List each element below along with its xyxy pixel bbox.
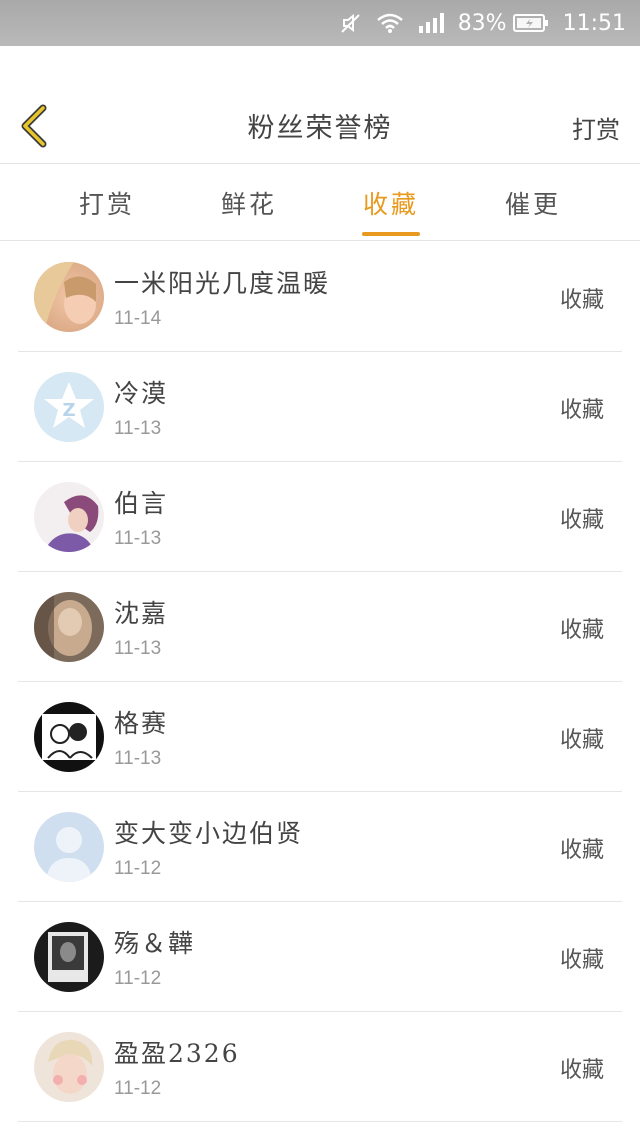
tab-favorites[interactable]: 收藏 xyxy=(320,165,462,240)
svg-text:Z: Z xyxy=(62,400,75,421)
fan-date: 11-13 xyxy=(114,638,162,659)
fan-action: 收藏 xyxy=(559,948,604,973)
fan-date: 11-12 xyxy=(114,858,162,879)
fan-name: 沈嘉 xyxy=(114,599,169,628)
battery-percent: 83% xyxy=(457,10,507,36)
list-item[interactable]: 变大变小边伯贤 11-12 收藏 xyxy=(18,792,622,902)
page-header: 粉丝荣誉榜 打赏 xyxy=(0,88,640,164)
page-title: 粉丝荣誉榜 xyxy=(247,113,393,144)
default-user-icon xyxy=(34,812,104,882)
fan-name: 一米阳光几度温暖 xyxy=(114,269,331,298)
mute-icon xyxy=(340,12,362,34)
tab-reward[interactable]: 打赏 xyxy=(36,165,178,240)
fan-date: 11-12 xyxy=(114,968,162,989)
fan-date: 11-13 xyxy=(114,418,162,439)
fan-action: 收藏 xyxy=(559,508,604,533)
list-item[interactable]: 殇＆韡 11-12 收藏 xyxy=(18,902,622,1012)
fan-date: 11-12 xyxy=(114,1078,162,1099)
list-item[interactable]: Z 冷漠 11-13 收藏 xyxy=(18,352,622,462)
tab-bar: 打赏 鲜花 收藏 催更 xyxy=(0,165,640,241)
fan-action: 收藏 xyxy=(559,728,604,753)
list-item[interactable]: 伯言 11-13 收藏 xyxy=(18,462,622,572)
avatar[interactable] xyxy=(34,812,104,882)
fan-name: 冷漠 xyxy=(114,379,169,408)
list-item[interactable]: 格赛 11-13 收藏 xyxy=(18,682,622,792)
avatar[interactable]: Z xyxy=(34,372,104,442)
wifi-icon xyxy=(376,12,404,34)
chevron-left-icon xyxy=(21,104,47,148)
fan-date: 11-13 xyxy=(114,528,162,549)
clock-time: 11:51 xyxy=(562,10,626,36)
fan-name: 格赛 xyxy=(114,709,169,738)
fan-list: 一米阳光几度温暖 11-14 收藏 Z 冷漠 11-13 收藏 伯言 11-13… xyxy=(18,242,622,1122)
avatar[interactable] xyxy=(34,482,104,552)
avatar[interactable] xyxy=(34,262,104,332)
fan-name: 变大变小边伯贤 xyxy=(114,819,304,848)
reward-button[interactable]: 打赏 xyxy=(572,110,620,145)
fan-name: 盈盈2326 xyxy=(114,1039,240,1068)
battery-indicator: 83% xyxy=(458,11,549,36)
fan-action: 收藏 xyxy=(559,398,604,423)
tab-urge[interactable]: 催更 xyxy=(462,165,604,240)
fan-action: 收藏 xyxy=(559,1058,604,1083)
list-item[interactable]: 一米阳光几度温暖 11-14 收藏 xyxy=(18,242,622,352)
fan-name: 伯言 xyxy=(114,489,169,518)
battery-icon xyxy=(512,13,549,33)
list-item[interactable]: 沈嘉 11-13 收藏 xyxy=(18,572,622,682)
avatar[interactable] xyxy=(34,592,104,662)
tab-flowers[interactable]: 鲜花 xyxy=(178,165,320,240)
status-bar: 83% 11:51 xyxy=(0,0,640,46)
fan-action: 收藏 xyxy=(559,838,604,863)
fan-name: 殇＆韡 xyxy=(114,929,196,958)
avatar[interactable] xyxy=(34,1032,104,1102)
fan-action: 收藏 xyxy=(559,288,604,313)
fan-date: 11-14 xyxy=(114,308,162,329)
avatar[interactable] xyxy=(34,702,104,772)
fan-action: 收藏 xyxy=(559,618,604,643)
fan-date: 11-13 xyxy=(114,748,162,769)
signal-icon xyxy=(418,12,444,34)
list-item[interactable]: 盈盈2326 11-12 收藏 xyxy=(18,1012,622,1122)
back-button[interactable] xyxy=(14,104,54,148)
avatar[interactable] xyxy=(34,922,104,992)
top-spacer xyxy=(0,46,640,88)
